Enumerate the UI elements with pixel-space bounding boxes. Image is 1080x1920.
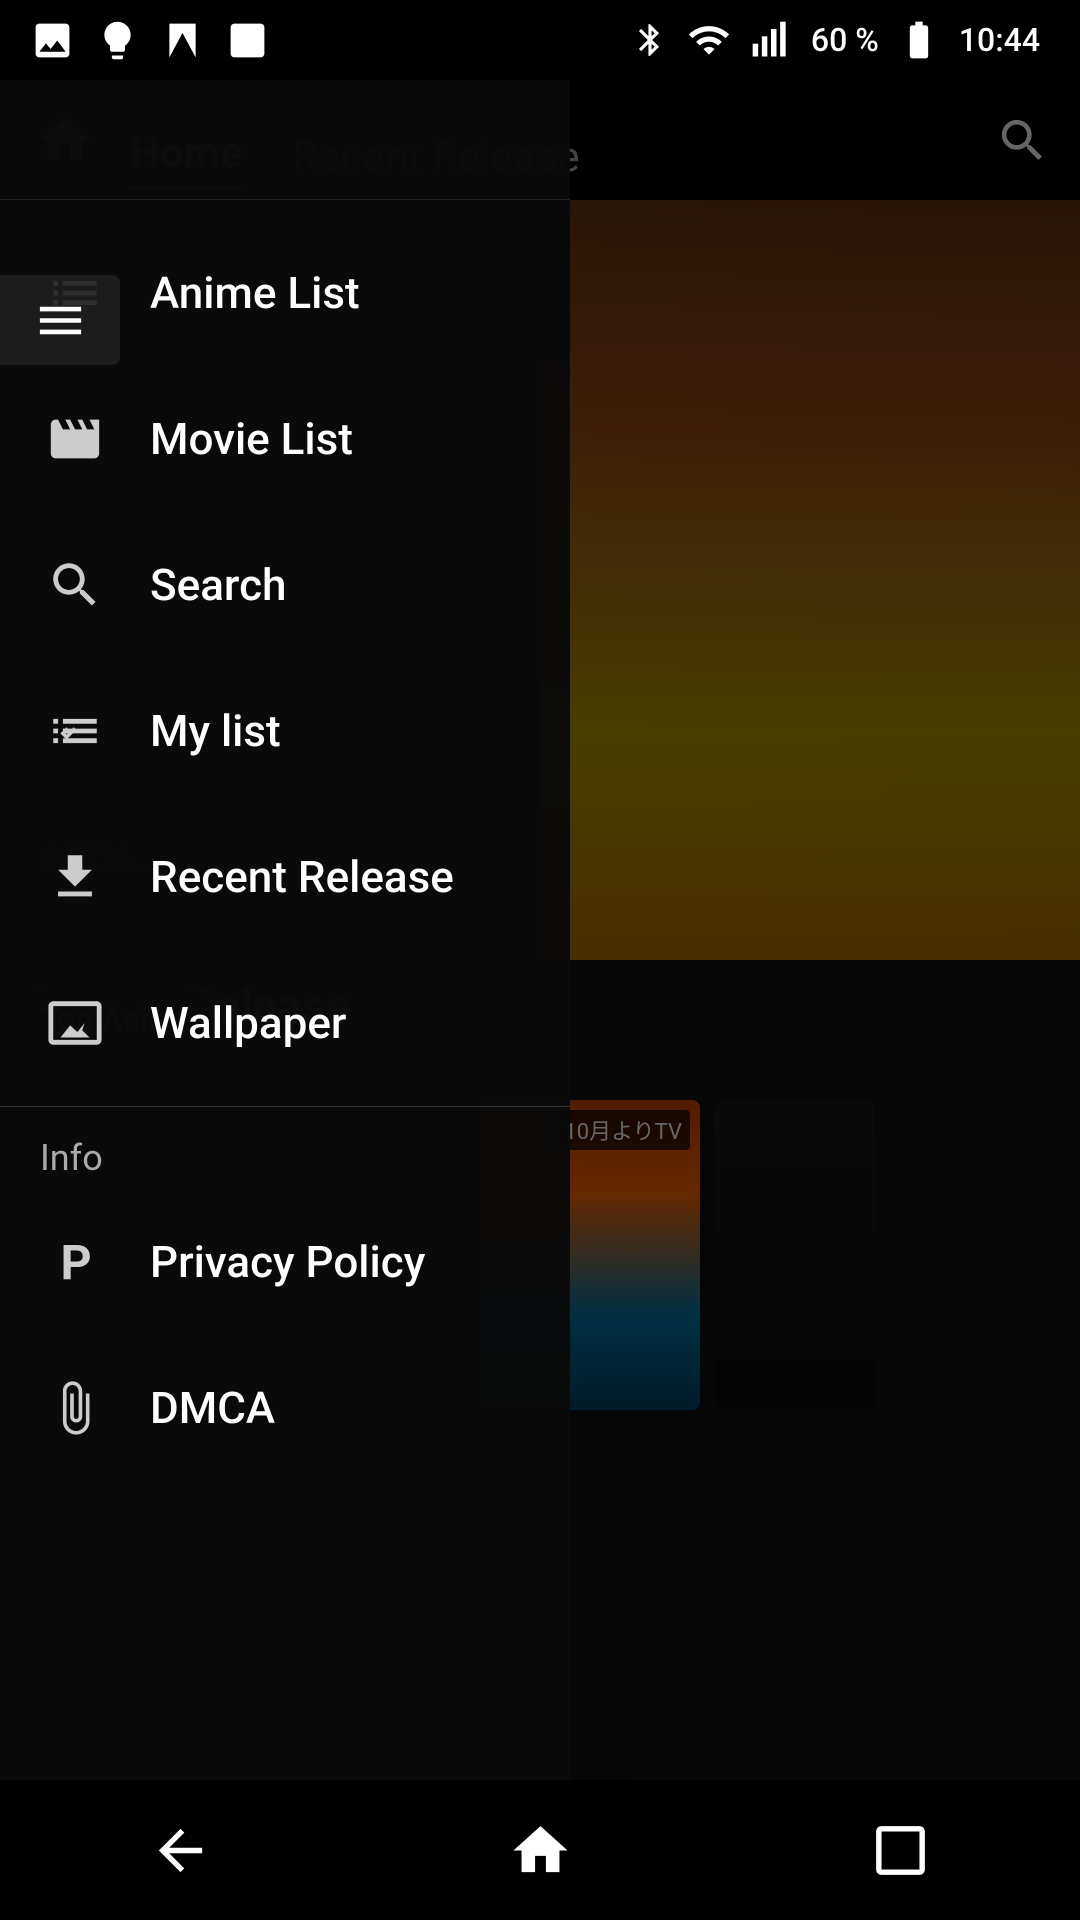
- movie-list-label: Movie List: [150, 413, 353, 465]
- photo-icon: [30, 18, 75, 63]
- drawer-item-dmca[interactable]: DMCA: [0, 1335, 570, 1481]
- svg-text:P: P: [61, 1234, 92, 1291]
- recents-button[interactable]: [840, 1790, 960, 1910]
- back-button[interactable]: [120, 1790, 240, 1910]
- status-bar-left-icons: [30, 18, 270, 63]
- drawer-item-recent-release[interactable]: Recent Release: [0, 804, 570, 950]
- bluetooth-icon: [631, 21, 669, 59]
- drawer-item-movie-list[interactable]: Movie List: [0, 366, 570, 512]
- status-bar: 60 % 10:44: [0, 0, 1080, 80]
- status-bar-right-icons: 60 % 10:44: [631, 18, 1040, 62]
- clock: 10:44: [959, 21, 1040, 59]
- paperclip-icon: [40, 1373, 110, 1443]
- search-icon: [40, 550, 110, 620]
- wifi-icon: [687, 18, 731, 62]
- wallpaper-label: Wallpaper: [150, 997, 346, 1049]
- privacy-icon: P: [40, 1227, 110, 1297]
- bottom-nav: [0, 1780, 1080, 1920]
- anime-list-label: Anime List: [150, 267, 360, 319]
- recent-release-label: Recent Release: [150, 851, 454, 903]
- signal-icon: [749, 18, 793, 62]
- privacy-label: Privacy Policy: [150, 1236, 425, 1288]
- dmca-label: DMCA: [150, 1382, 275, 1434]
- bulb-icon: [95, 18, 140, 63]
- battery-icon: [897, 18, 941, 62]
- film-icon: [40, 404, 110, 474]
- my-list-label: My list: [150, 705, 281, 757]
- image-icon: [40, 988, 110, 1058]
- search-label: Search: [150, 559, 287, 611]
- menu-toggle[interactable]: [0, 275, 120, 365]
- drawer-item-search[interactable]: Search: [0, 512, 570, 658]
- drawer-header: [0, 80, 570, 200]
- n-icon: [160, 18, 205, 63]
- drawer-item-wallpaper[interactable]: Wallpaper: [0, 950, 570, 1096]
- drawer-divider: [0, 1106, 570, 1107]
- download-icon: [40, 842, 110, 912]
- home-button[interactable]: [480, 1790, 600, 1910]
- drawer-item-privacy[interactable]: P Privacy Policy: [0, 1189, 570, 1335]
- square-icon: [225, 18, 270, 63]
- battery-percent: 60 %: [811, 21, 879, 59]
- drawer-item-my-list[interactable]: My list: [0, 658, 570, 804]
- info-section-label: Info: [0, 1117, 570, 1189]
- checklist-icon: [40, 696, 110, 766]
- app-container: Home Recent Release ACCA... Recent Relea…: [0, 80, 1080, 1920]
